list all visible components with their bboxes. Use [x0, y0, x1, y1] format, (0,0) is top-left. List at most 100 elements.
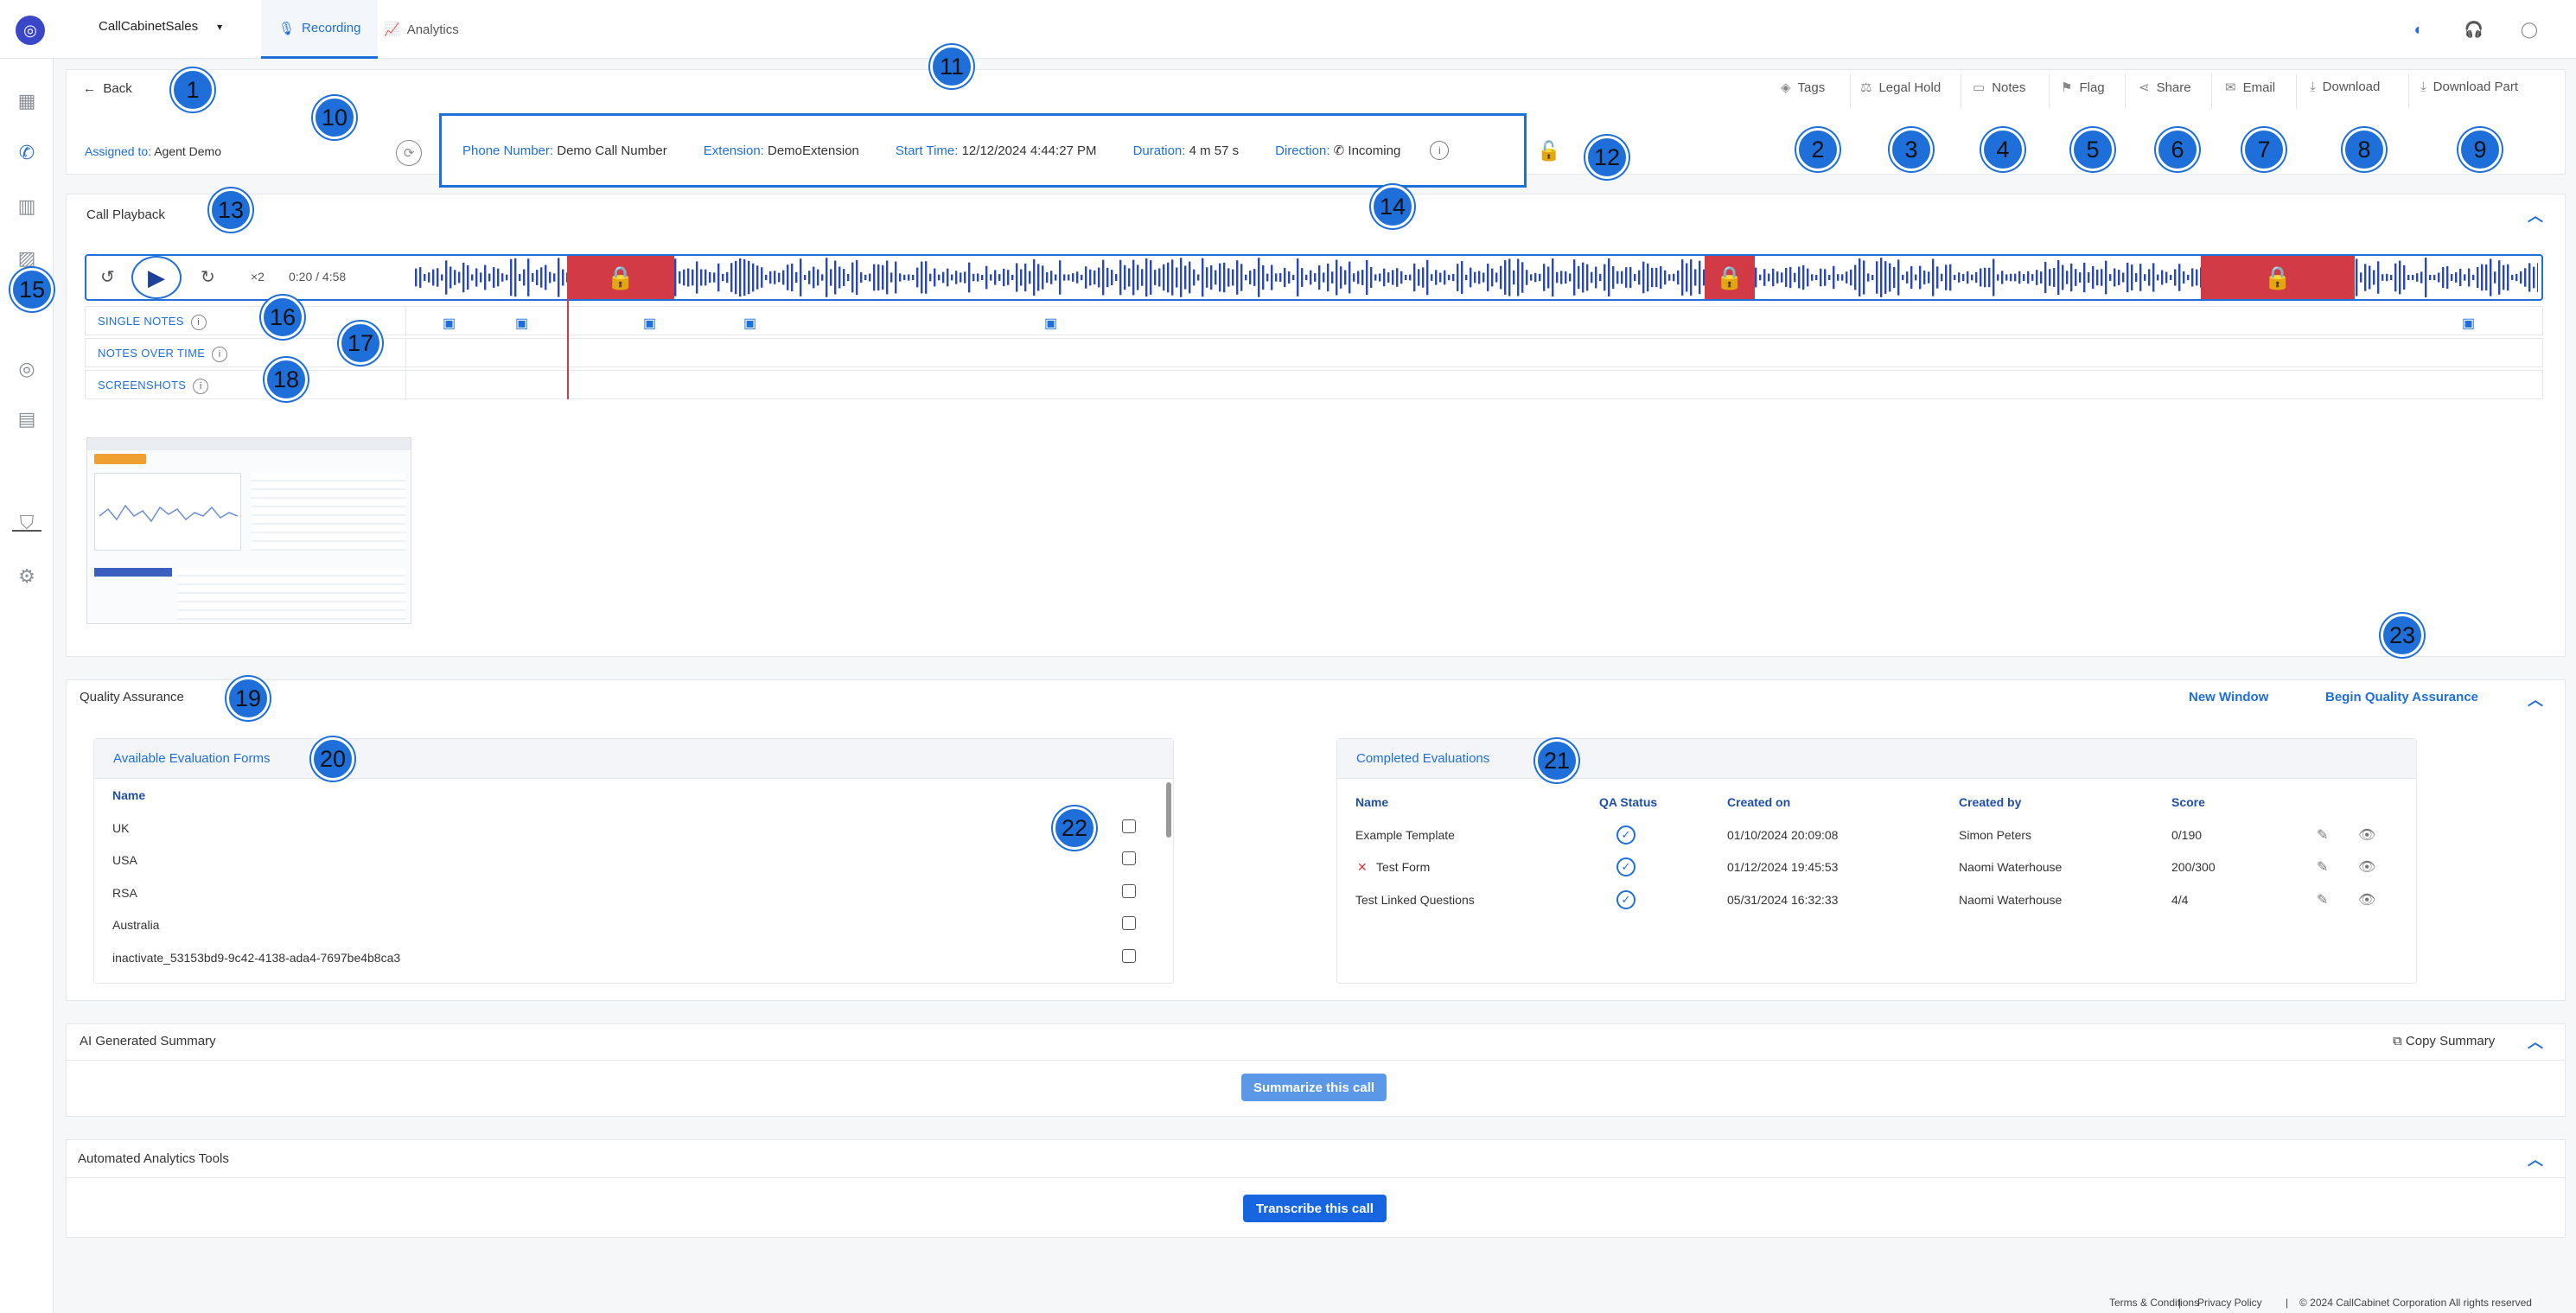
reassign-user-icon[interactable]: ⟳	[396, 140, 422, 166]
view-icon[interactable]: 👁	[2358, 826, 2375, 844]
waveform-bar	[1941, 273, 1943, 282]
info-icon[interactable]: i	[190, 315, 207, 330]
theme-icon[interactable]: ◐	[2407, 17, 2431, 41]
info-icon[interactable]: i	[1430, 141, 1450, 160]
begin-qa-link[interactable]: Begin Quality Assurance	[2325, 690, 2478, 704]
playhead[interactable]	[567, 256, 569, 399]
waveform-bar	[1444, 270, 1446, 285]
transcribe-call-button[interactable]: Transcribe this call	[1243, 1195, 1387, 1222]
check-circle-icon[interactable]: ◎	[12, 354, 41, 384]
waveform-bar	[1474, 271, 1476, 284]
waveform-bar	[1223, 262, 1226, 293]
legal-hold-segment[interactable]: 🔒	[1705, 256, 1755, 299]
waveform-bar	[2515, 273, 2518, 282]
start-time-field: Start Time: 12/12/2024 4:44:27 PM	[895, 143, 1097, 158]
form-checkbox[interactable]	[1122, 949, 1136, 963]
evaluation-name[interactable]: Example Template	[1355, 828, 1455, 842]
tab-recording[interactable]: 🎙 Recording	[261, 0, 379, 59]
lock-icon[interactable]: 🔓	[1537, 140, 1560, 163]
waveform-bar	[964, 271, 966, 284]
form-item[interactable]: RSA	[112, 886, 137, 900]
tab-analytics[interactable]: 📈 Analytics	[367, 0, 476, 59]
scrollbar[interactable]	[1166, 782, 1171, 838]
share-button[interactable]: ⋖ Share	[2139, 80, 2191, 96]
waveform-bar	[1137, 265, 1139, 290]
notes-button[interactable]: ▭ Notes	[1973, 80, 2025, 96]
clipboard-icon[interactable]: ▤	[12, 405, 41, 434]
summarize-call-button[interactable]: Summarize this call	[1241, 1074, 1387, 1101]
form-checkbox[interactable]	[1122, 884, 1136, 898]
play-button[interactable]: ▶	[131, 256, 182, 299]
form-item[interactable]: USA	[112, 853, 137, 867]
form-checkbox[interactable]	[1122, 819, 1136, 833]
note-marker-icon[interactable]: ▣	[515, 315, 528, 332]
form-checkbox[interactable]	[1122, 916, 1136, 930]
column-header: QA Status	[1599, 795, 1658, 809]
waveform-bar	[1400, 271, 1403, 284]
form-item[interactable]: inactivate_53153bd9-9c42-4138-ada4-7697b…	[112, 951, 400, 965]
tags-button[interactable]: ◈ Tags	[1781, 80, 1825, 96]
waveform-bar	[778, 272, 781, 283]
back-button[interactable]: ← Back	[83, 81, 132, 96]
legal-hold-segment[interactable]: 🔒	[567, 256, 674, 299]
headset-icon[interactable]: 🎧	[2462, 17, 2486, 41]
waveform-bar	[860, 271, 863, 284]
note-marker-icon[interactable]: ▣	[643, 315, 656, 332]
collapse-icon[interactable]: ︿	[2528, 1030, 2543, 1053]
phone-icon[interactable]: ✆	[12, 138, 41, 168]
collapse-icon[interactable]: ︿	[2528, 204, 2543, 226]
download-button[interactable]: ⤓ Download	[2310, 80, 2380, 94]
forward-15-icon[interactable]: ↻	[201, 266, 215, 288]
info-icon[interactable]: i	[212, 347, 228, 362]
user-icon[interactable]: ◯	[2517, 17, 2541, 41]
speed-button[interactable]: ×2	[251, 270, 265, 284]
edit-icon[interactable]: ✎	[2317, 826, 2328, 844]
form-checkbox[interactable]	[1122, 851, 1136, 865]
form-item[interactable]: Australia	[112, 918, 159, 932]
note-marker-icon[interactable]: ▣	[2462, 315, 2475, 332]
bar-chart-icon[interactable]: ▥	[12, 192, 41, 221]
note-marker-icon[interactable]: ▣	[743, 315, 756, 332]
waveform-bar	[1202, 258, 1204, 297]
collapse-icon[interactable]: ︿	[2528, 1148, 2543, 1170]
waveform-bar	[2403, 265, 2406, 290]
note-marker-icon[interactable]: ▣	[1044, 315, 1057, 332]
waveform-bar	[1504, 260, 1507, 295]
info-icon[interactable]: i	[193, 379, 209, 394]
form-item[interactable]: UK	[112, 821, 129, 835]
new-window-link[interactable]: New Window	[2189, 690, 2268, 704]
legal-hold-segment[interactable]: 🔒	[2201, 256, 2355, 299]
copy-summary-button[interactable]: ⧉ Copy Summary	[2393, 1034, 2495, 1048]
waveform-bar	[2511, 274, 2514, 281]
email-button[interactable]: ✉ Email	[2225, 80, 2275, 96]
legal-hold-button[interactable]: ⚖ Legal Hold	[1860, 80, 1941, 96]
view-icon[interactable]: 👁	[2358, 891, 2375, 908]
view-icon[interactable]: 👁	[2358, 858, 2375, 876]
edit-icon[interactable]: ✎	[2317, 891, 2328, 908]
dashboard-icon[interactable]: ▦	[12, 86, 41, 116]
audio-player[interactable]: ↺ ▶ ↻ ×2 0:20 / 4:58 🔒 🔒 🔒	[85, 254, 2543, 301]
note-marker-icon[interactable]: ▣	[443, 315, 456, 332]
evaluation-name[interactable]: Test Linked Questions	[1355, 893, 1475, 907]
terms-link[interactable]: Terms & Conditions	[2109, 1297, 2199, 1309]
waveform-bar	[2472, 274, 2475, 281]
app-logo[interactable]: ◎	[16, 16, 45, 45]
waveform-bar	[428, 272, 430, 283]
evaluation-name[interactable]: Test Form	[1376, 860, 1430, 874]
download-part-button[interactable]: ⤓ Download Part	[2420, 80, 2518, 94]
waveform-bar	[2057, 259, 2060, 296]
screenshot-thumbnail[interactable]	[86, 437, 411, 624]
shield-icon[interactable]: ⛉	[12, 508, 41, 538]
settings-icon[interactable]: ⚙	[12, 562, 41, 591]
waveform-bar	[847, 273, 850, 282]
callout-badge: 13	[209, 188, 252, 232]
account-selector[interactable]: CallCabinetSales ▾	[99, 19, 222, 34]
rewind-15-icon[interactable]: ↺	[100, 266, 115, 288]
privacy-link[interactable]: Privacy Policy	[2197, 1297, 2262, 1309]
edit-icon[interactable]: ✎	[2317, 858, 2328, 876]
waveform-bar	[2066, 271, 2069, 284]
collapse-icon[interactable]: ︿	[2528, 688, 2543, 711]
column-header: Score	[2171, 795, 2205, 809]
flag-button[interactable]: ⚑ Flag	[2061, 80, 2105, 96]
waveform-bar	[532, 273, 534, 282]
